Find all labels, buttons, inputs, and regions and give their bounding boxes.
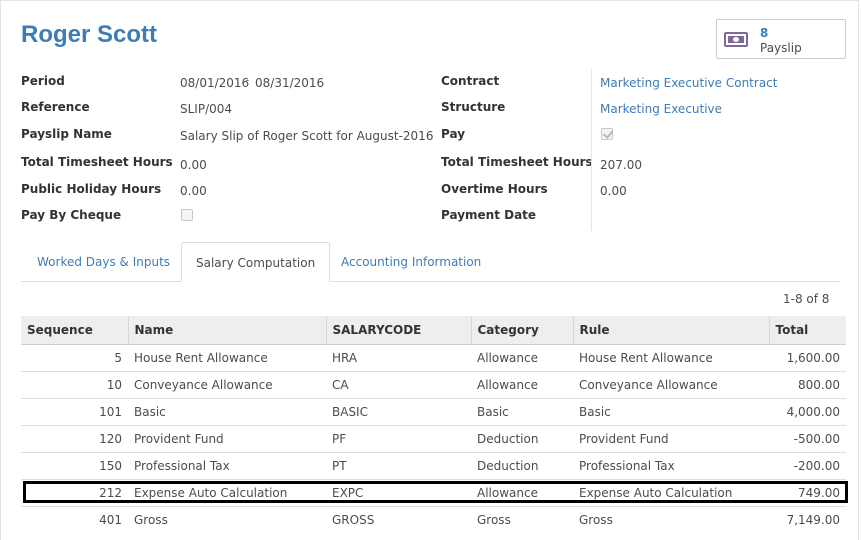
cell-category: Allowance <box>471 479 573 507</box>
cell-total: 1,600.00 <box>769 344 846 372</box>
cell-rule: Professional Tax <box>573 452 769 480</box>
period-end-value[interactable]: 08/31/2016 <box>255 76 324 90</box>
table-row[interactable]: 401 Gross GROSS Gross Gross 7,149.00 <box>21 506 846 533</box>
cell-code: PT <box>326 452 471 480</box>
col-total-header[interactable]: Total <box>768 316 846 345</box>
cell-sequence: 120 <box>21 425 128 453</box>
period-separator: - <box>245 73 250 87</box>
contract-link[interactable]: Marketing Executive Contract <box>600 76 777 90</box>
cell-sequence: 10 <box>21 371 128 399</box>
payslip-smart-button[interactable]: 8 Payslip <box>716 19 846 59</box>
cell-sequence: 5 <box>21 344 128 372</box>
payment-date-label: Payment Date <box>441 208 537 222</box>
cell-name: Provident Fund <box>128 425 326 453</box>
cell-total: 749.00 <box>769 479 846 507</box>
col-sequence-header[interactable]: Sequence <box>21 316 128 345</box>
cell-total: -500.00 <box>769 425 846 453</box>
total-timesheet-hours-value[interactable]: 0.00 <box>180 158 207 172</box>
reference-value[interactable]: SLIP/004 <box>180 102 232 116</box>
reference-label: Reference <box>21 100 90 114</box>
pay-checkbox[interactable] <box>601 128 613 140</box>
salary-computation-table: Sequence Name SALARYCODE Category Rule T… <box>21 316 846 533</box>
overtime-hours-label: Overtime Hours <box>441 182 548 196</box>
pay-by-cheque-checkbox[interactable] <box>181 209 193 221</box>
cell-rule: Provident Fund <box>573 425 769 453</box>
total-timesheet-hours-label: Total Timesheet Hours <box>21 155 173 169</box>
cell-rule: Basic <box>573 398 769 426</box>
cell-sequence: 401 <box>21 506 128 533</box>
table-row[interactable]: 5 House Rent Allowance HRA Allowance Hou… <box>21 344 846 372</box>
structure-label: Structure <box>441 100 506 114</box>
public-holiday-hours-label: Public Holiday Hours <box>21 182 162 196</box>
period-start-value[interactable]: 08/01/2016 <box>180 76 249 90</box>
cell-rule: Gross <box>573 506 769 533</box>
payslip-form-sheet: Roger Scott 8 Payslip Period Reference P… <box>0 0 859 540</box>
contract-label: Contract <box>441 74 500 88</box>
cell-name: Conveyance Allowance <box>128 371 326 399</box>
structure-link[interactable]: Marketing Executive <box>600 102 722 116</box>
cell-total: 7,149.00 <box>769 506 846 533</box>
table-row[interactable]: 101 Basic BASIC Basic Basic 4,000.00 <box>21 398 846 426</box>
cell-sequence: 150 <box>21 452 128 480</box>
cell-sequence: 212 <box>21 479 128 507</box>
money-icon <box>724 32 748 47</box>
payslip-button-label: Payslip <box>760 41 802 55</box>
cell-category: Gross <box>471 506 573 533</box>
cell-code: EXPC <box>326 479 471 507</box>
tab-salary-computation[interactable]: Salary Computation <box>181 242 331 282</box>
payslip-name-value[interactable]: Salary Slip of Roger Scott for August-20… <box>180 129 433 143</box>
cell-name: Expense Auto Calculation <box>128 479 326 507</box>
cell-name: Professional Tax <box>128 452 326 480</box>
cell-rule: Conveyance Allowance <box>573 371 769 399</box>
overtime-hours-value[interactable]: 0.00 <box>600 184 627 198</box>
cell-name: Basic <box>128 398 326 426</box>
col-category-header[interactable]: Category <box>470 316 573 345</box>
cell-code: HRA <box>326 344 471 372</box>
cell-code: CA <box>326 371 471 399</box>
cell-name: House Rent Allowance <box>128 344 326 372</box>
cell-category: Deduction <box>471 452 573 480</box>
col-name-header[interactable]: Name <box>127 316 326 345</box>
cell-code: BASIC <box>326 398 471 426</box>
pay-label: Pay <box>441 127 466 141</box>
table-row[interactable]: 150 Professional Tax PT Deduction Profes… <box>21 452 846 480</box>
cell-category: Basic <box>471 398 573 426</box>
pager-counter[interactable]: 1-8 of 8 <box>783 292 829 306</box>
col-rule-header[interactable]: Rule <box>572 316 769 345</box>
table-header-row: Sequence Name SALARYCODE Category Rule T… <box>21 316 846 345</box>
table-row-highlighted[interactable]: 212 Expense Auto Calculation EXPC Allowa… <box>21 479 846 507</box>
employee-name-title: Roger Scott <box>21 21 158 48</box>
cell-code: PF <box>326 425 471 453</box>
cell-total: 4,000.00 <box>769 398 846 426</box>
cell-rule: Expense Auto Calculation <box>573 479 769 507</box>
right-total-timesheet-hours-label: Total Timesheet Hours <box>441 155 593 169</box>
table-row[interactable]: 10 Conveyance Allowance CA Allowance Con… <box>21 371 846 399</box>
cell-sequence: 101 <box>21 398 128 426</box>
payslip-name-label: Payslip Name <box>21 127 112 141</box>
period-label: Period <box>21 74 65 88</box>
tab-accounting-information[interactable]: Accounting Information <box>341 242 481 282</box>
pay-by-cheque-label: Pay By Cheque <box>21 208 122 222</box>
col-salarycode-header[interactable]: SALARYCODE <box>325 316 471 345</box>
payslip-count: 8 <box>760 26 769 40</box>
cell-total: 800.00 <box>769 371 846 399</box>
right-total-timesheet-hours-value[interactable]: 207.00 <box>600 158 642 172</box>
cell-category: Allowance <box>471 344 573 372</box>
cell-rule: House Rent Allowance <box>573 344 769 372</box>
table-row[interactable]: 120 Provident Fund PF Deduction Providen… <box>21 425 846 453</box>
public-holiday-hours-value[interactable]: 0.00 <box>180 184 207 198</box>
cell-category: Deduction <box>471 425 573 453</box>
column-divider <box>591 69 592 231</box>
cell-total: -200.00 <box>769 452 846 480</box>
cell-code: GROSS <box>326 506 471 533</box>
tab-worked-days-inputs[interactable]: Worked Days & Inputs <box>37 242 170 282</box>
cell-category: Allowance <box>471 371 573 399</box>
cell-name: Gross <box>128 506 326 533</box>
